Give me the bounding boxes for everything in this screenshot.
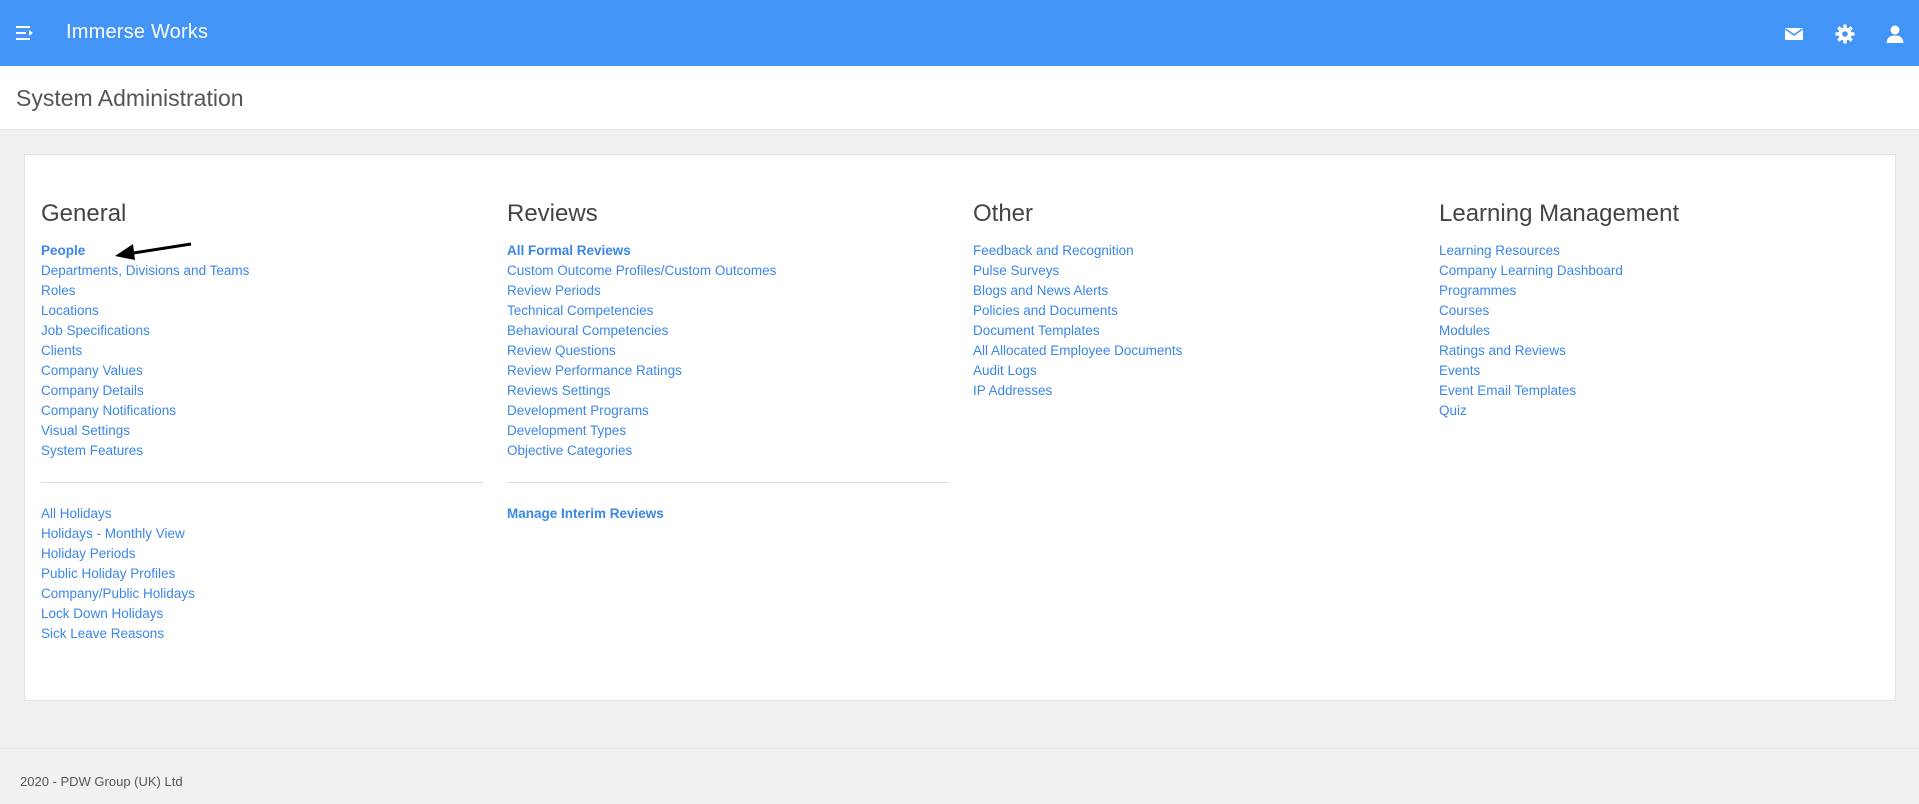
link-reviews-settings[interactable]: Reviews Settings bbox=[507, 383, 611, 398]
learning-links: Learning Resources Company Learning Dash… bbox=[1439, 241, 1881, 421]
link-objective-categories[interactable]: Objective Categories bbox=[507, 443, 632, 458]
holiday-links: All Holidays Holidays - Monthly View Hol… bbox=[41, 504, 483, 644]
divider bbox=[41, 482, 483, 483]
footer: 2020 - PDW Group (UK) Ltd bbox=[0, 748, 1919, 804]
link-courses[interactable]: Courses bbox=[1439, 303, 1489, 318]
reviews-links: All Formal Reviews Custom Outcome Profil… bbox=[507, 241, 949, 461]
general-heading: General bbox=[41, 200, 127, 227]
link-holiday-periods[interactable]: Holiday Periods bbox=[41, 546, 136, 561]
link-company-learning-dashboard[interactable]: Company Learning Dashboard bbox=[1439, 263, 1623, 278]
link-document-templates[interactable]: Document Templates bbox=[973, 323, 1100, 338]
page-title: System Administration bbox=[16, 85, 244, 111]
interim-links: Manage Interim Reviews bbox=[507, 504, 949, 524]
arrow-annotation-icon bbox=[115, 242, 192, 260]
reviews-heading: Reviews bbox=[507, 200, 598, 227]
top-bar: Immerse Works bbox=[0, 0, 1919, 66]
link-company-notifications[interactable]: Company Notifications bbox=[41, 403, 176, 418]
link-locations[interactable]: Locations bbox=[41, 303, 99, 318]
link-review-performance-ratings[interactable]: Review Performance Ratings bbox=[507, 363, 682, 378]
link-all-allocated-employee-documents[interactable]: All Allocated Employee Documents bbox=[973, 343, 1182, 358]
link-all-holidays[interactable]: All Holidays bbox=[41, 506, 112, 521]
link-behavioural-competencies[interactable]: Behavioural Competencies bbox=[507, 323, 668, 338]
user-icon[interactable] bbox=[1884, 23, 1906, 45]
divider bbox=[507, 482, 949, 483]
link-manage-interim-reviews[interactable]: Manage Interim Reviews bbox=[507, 506, 664, 521]
link-people[interactable]: People bbox=[41, 243, 85, 258]
link-all-formal-reviews[interactable]: All Formal Reviews bbox=[507, 243, 631, 258]
page-header: System Administration bbox=[0, 66, 1919, 130]
link-company-values[interactable]: Company Values bbox=[41, 363, 143, 378]
menu-icon[interactable] bbox=[14, 22, 36, 44]
app-title[interactable]: Immerse Works bbox=[66, 21, 208, 44]
link-blogs-and-news-alerts[interactable]: Blogs and News Alerts bbox=[973, 283, 1108, 298]
link-events[interactable]: Events bbox=[1439, 363, 1480, 378]
link-event-email-templates[interactable]: Event Email Templates bbox=[1439, 383, 1576, 398]
mail-icon[interactable] bbox=[1783, 23, 1805, 45]
link-company-public-holidays[interactable]: Company/Public Holidays bbox=[41, 586, 195, 601]
link-audit-logs[interactable]: Audit Logs bbox=[973, 363, 1037, 378]
learning-column: Learning Management Learning Resources C… bbox=[1439, 199, 1881, 421]
learning-heading: Learning Management bbox=[1439, 200, 1680, 227]
link-development-programs[interactable]: Development Programs bbox=[507, 403, 649, 418]
reviews-column: Reviews All Formal Reviews Custom Outcom… bbox=[507, 199, 949, 524]
other-column: Other Feedback and Recognition Pulse Sur… bbox=[973, 199, 1415, 401]
link-visual-settings[interactable]: Visual Settings bbox=[41, 423, 130, 438]
link-job-specifications[interactable]: Job Specifications bbox=[41, 323, 150, 338]
link-review-questions[interactable]: Review Questions bbox=[507, 343, 616, 358]
admin-card: General People Departments, Divisions an… bbox=[24, 154, 1896, 701]
gear-icon[interactable] bbox=[1834, 23, 1856, 45]
link-departments[interactable]: Departments, Divisions and Teams bbox=[41, 263, 249, 278]
link-quiz[interactable]: Quiz bbox=[1439, 403, 1467, 418]
link-policies-and-documents[interactable]: Policies and Documents bbox=[973, 303, 1118, 318]
link-system-features[interactable]: System Features bbox=[41, 443, 143, 458]
link-programmes[interactable]: Programmes bbox=[1439, 283, 1516, 298]
link-sick-leave-reasons[interactable]: Sick Leave Reasons bbox=[41, 626, 164, 641]
link-lock-down-holidays[interactable]: Lock Down Holidays bbox=[41, 606, 163, 621]
link-pulse-surveys[interactable]: Pulse Surveys bbox=[973, 263, 1059, 278]
link-ip-addresses[interactable]: IP Addresses bbox=[973, 383, 1052, 398]
link-ratings-and-reviews[interactable]: Ratings and Reviews bbox=[1439, 343, 1566, 358]
other-links: Feedback and Recognition Pulse Surveys B… bbox=[973, 241, 1415, 401]
link-holidays-monthly-view[interactable]: Holidays - Monthly View bbox=[41, 526, 185, 541]
general-links: People Departments, Divisions and Teams … bbox=[41, 241, 483, 461]
link-roles[interactable]: Roles bbox=[41, 283, 76, 298]
link-company-details[interactable]: Company Details bbox=[41, 383, 144, 398]
link-custom-outcome-profiles[interactable]: Custom Outcome Profiles/Custom Outcomes bbox=[507, 263, 776, 278]
link-review-periods[interactable]: Review Periods bbox=[507, 283, 601, 298]
footer-copyright: 2020 - PDW Group (UK) Ltd bbox=[20, 774, 183, 789]
other-heading: Other bbox=[973, 200, 1034, 227]
link-learning-resources[interactable]: Learning Resources bbox=[1439, 243, 1560, 258]
link-technical-competencies[interactable]: Technical Competencies bbox=[507, 303, 653, 318]
general-column: General People Departments, Divisions an… bbox=[41, 199, 483, 644]
link-public-holiday-profiles[interactable]: Public Holiday Profiles bbox=[41, 566, 175, 581]
link-clients[interactable]: Clients bbox=[41, 343, 82, 358]
link-feedback-and-recognition[interactable]: Feedback and Recognition bbox=[973, 243, 1134, 258]
link-development-types[interactable]: Development Types bbox=[507, 423, 626, 438]
link-modules[interactable]: Modules bbox=[1439, 323, 1490, 338]
